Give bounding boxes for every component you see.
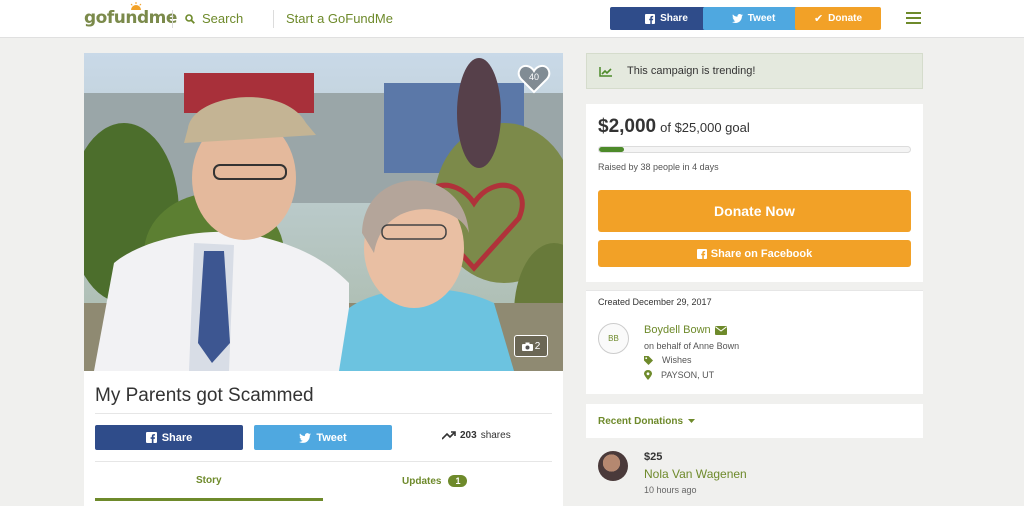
facebook-icon	[696, 248, 707, 259]
organizer-name: Boydell Bown	[644, 324, 711, 336]
checkmark-icon: ✔	[813, 13, 824, 25]
facebook-icon	[145, 432, 157, 443]
trending-text: This campaign is trending!	[627, 65, 756, 77]
trending-up-icon	[442, 431, 456, 440]
donation-item: $25 Nola Van Wagenen 10 hours ago	[586, 445, 923, 506]
header-tweet-button[interactable]: Tweet	[703, 7, 804, 30]
category-text[interactable]: Wishes	[662, 355, 692, 365]
campaign-photo[interactable]: 40 2	[84, 53, 563, 371]
tab-updates-label: Updates	[402, 475, 442, 487]
donation-amount: $25	[644, 451, 663, 463]
campaign-photo-illustration	[84, 53, 563, 371]
search-icon	[185, 13, 195, 24]
tag-icon	[644, 355, 653, 365]
donate-now-button[interactable]: Donate Now	[598, 190, 911, 232]
top-header: gofundme Search Start a GoFundMe Share T…	[0, 0, 1024, 38]
heart-favorite-button[interactable]: 40	[517, 64, 551, 94]
raised-amount: $2,000	[598, 116, 657, 137]
heart-count: 40	[528, 72, 539, 82]
trend-chart-icon	[599, 66, 612, 77]
caret-down-icon	[688, 419, 696, 423]
tab-story[interactable]: Story	[196, 475, 222, 486]
active-tab-indicator	[95, 498, 323, 501]
header-donate-label: Donate	[828, 13, 863, 24]
facebook-icon	[645, 13, 656, 24]
header-tweet-label: Tweet	[747, 13, 776, 24]
camera-icon	[521, 342, 533, 351]
tweet-button[interactable]: Tweet	[254, 425, 392, 450]
header-share-label: Share	[660, 13, 688, 24]
search-label: Search	[202, 11, 244, 26]
twitter-icon	[731, 14, 743, 23]
share-button[interactable]: Share	[95, 425, 243, 450]
category-row: Wishes	[644, 355, 692, 365]
map-pin-icon	[644, 370, 652, 380]
start-gofundme-link[interactable]: Start a GoFundMe	[286, 11, 393, 26]
logo-text: gofundme	[84, 8, 177, 28]
funding-card: $2,000 of $25,000 goal Raised by 38 peop…	[586, 104, 923, 282]
progress-bar	[598, 146, 911, 153]
recent-donations-label: Recent Donations	[598, 415, 684, 427]
tab-updates[interactable]: Updates 1	[402, 475, 468, 487]
campaign-title: My Parents got Scammed	[95, 385, 314, 406]
twitter-icon	[299, 432, 312, 443]
progress-fill	[599, 147, 624, 152]
location-text: PAYSON, UT	[661, 370, 715, 380]
updates-count-badge: 1	[448, 475, 468, 487]
logo-sun-icon	[130, 2, 142, 10]
donor-name: Nola Van Wagenen	[644, 467, 747, 481]
organizer-card: Created December 29, 2017 BB Boydell Bow…	[586, 290, 923, 394]
gofundme-logo[interactable]: gofundme	[84, 2, 177, 28]
donor-avatar	[598, 451, 628, 481]
on-behalf-text: on behalf of Anne Bown	[644, 341, 740, 351]
tweet-label: Tweet	[316, 431, 347, 444]
goal-text: of $25,000 goal	[660, 120, 750, 135]
raised-by-text: Raised by 38 people in 4 days	[598, 162, 719, 172]
share-on-facebook-label: Share on Facebook	[710, 247, 813, 260]
donation-time: 10 hours ago	[644, 485, 697, 495]
header-divider	[172, 10, 173, 28]
envelope-icon[interactable]	[714, 325, 727, 335]
hamburger-menu-icon[interactable]	[906, 12, 921, 25]
photo-count-value: 2	[534, 340, 541, 352]
shares-word: shares	[480, 430, 511, 441]
trending-banner: This campaign is trending!	[586, 53, 923, 89]
header-divider	[273, 10, 274, 28]
created-date: Created December 29, 2017	[598, 297, 712, 307]
location-row: PAYSON, UT	[644, 370, 714, 380]
divider	[95, 461, 552, 462]
divider	[95, 413, 552, 414]
search-link[interactable]: Search	[185, 11, 243, 26]
share-label: Share	[161, 431, 193, 444]
amount-raised: $2,000 of $25,000 goal	[598, 116, 750, 138]
shares-count: 203	[460, 430, 477, 441]
shares-counter: 203 shares	[442, 430, 511, 441]
header-donate-button[interactable]: ✔ Donate	[795, 7, 881, 30]
organizer-name-link[interactable]: Boydell Bown	[644, 324, 727, 336]
recent-donations-toggle[interactable]: Recent Donations	[586, 404, 923, 438]
photo-count-button[interactable]: 2	[514, 335, 548, 357]
share-on-facebook-button[interactable]: Share on Facebook	[598, 240, 911, 267]
organizer-avatar: BB	[598, 323, 629, 354]
campaign-card: My Parents got Scammed Share Tweet 203 s…	[84, 371, 563, 506]
